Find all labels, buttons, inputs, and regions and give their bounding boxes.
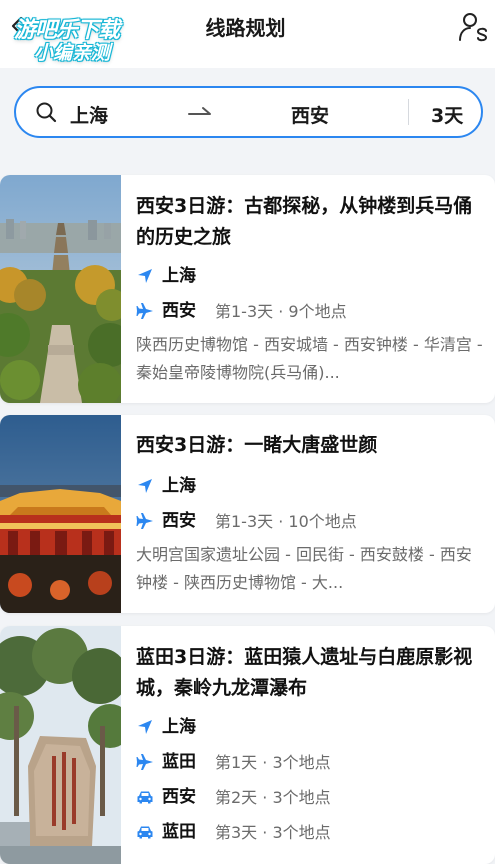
route-thumbnail [0,175,121,403]
route-card[interactable]: 西安3日游：一睹大唐盛世颜 上海 西安 第1-3天 · 10个地点 大明宫国家遗… [0,415,495,613]
route-title: 蓝田3日游：蓝田猿人遗址与白鹿原影视城，秦岭九龙潭瀑布 [136,646,473,699]
car-icon [137,791,153,804]
route-origin-row: 上海 [136,469,483,504]
search-icon [36,102,57,123]
stop-city: 蓝田 [162,752,196,772]
plane-icon [136,754,153,770]
stop-city: 西安 [162,301,196,321]
route-places: 大明宫国家遗址公园 - 回民街 - 西安鼓楼 - 西安钟楼 - 陕西历史博物馆 … [136,545,472,592]
xian-pagoda-photo [0,175,121,403]
origin-city-label: 上海 [162,476,196,496]
route-origin-row: 上海 [136,710,483,745]
route-stop-row: 西安 第1-3天 · 9个地点 [136,294,483,329]
route-card-body: 蓝田3日游：蓝田猿人遗址与白鹿原影视城，秦岭九龙潭瀑布 上海 蓝田 第1天 · … [136,626,483,850]
route-origin-row: 上海 [136,259,483,294]
plane-icon [136,513,153,529]
top-bar: 游吧乐下载 小编亲测 线路规划 [0,0,495,68]
lantian-stone-photo [0,626,121,864]
location-arrow-icon [138,269,152,283]
route-stop-row: 西安 第2天 · 3个地点 [136,780,483,815]
watermark-line-2: 小编亲测 [34,42,111,64]
stop-meta: 第3天 · 3个地点 [215,823,331,842]
route-places: 陕西历史博物馆 - 西安城墙 - 西安钟楼 - 华清宫 - 秦始皇帝陵博物院(兵… [136,335,483,382]
search-divider [408,99,409,125]
location-arrow-icon [138,720,152,734]
stop-city: 西安 [162,511,196,531]
route-stop-row: 蓝田 第1天 · 3个地点 [136,745,483,780]
stop-city: 蓝田 [162,822,196,842]
plane-icon [136,303,153,319]
route-stop-row: 蓝田 第3天 · 3个地点 [136,815,483,850]
trip-days[interactable]: 3天 [431,101,463,128]
origin-city[interactable]: 上海 [70,101,108,128]
car-icon [137,826,153,839]
stop-meta: 第1天 · 3个地点 [215,753,331,772]
stop-meta: 第1-3天 · 10个地点 [215,512,357,531]
stop-meta: 第2天 · 3个地点 [215,788,331,807]
daming-palace-photo [0,415,121,613]
route-title: 西安3日游：古都探秘，从钟楼到兵马俑的历史之旅 [136,195,473,248]
page-title: 线路规划 [0,12,495,41]
page-title-text: 线路规划 [205,16,286,40]
route-card[interactable]: 蓝田3日游：蓝田猿人遗址与白鹿原影视城，秦岭九龙潭瀑布 上海 蓝田 第1天 · … [0,626,495,864]
profile-switch-icon[interactable] [456,9,492,45]
location-arrow-icon [138,479,152,493]
origin-city-label: 上海 [162,266,196,286]
stop-city: 西安 [162,787,196,807]
stop-meta: 第1-3天 · 9个地点 [215,302,347,321]
route-card-body: 西安3日游：一睹大唐盛世颜 上海 西安 第1-3天 · 10个地点 大明宫国家遗… [136,415,483,597]
route-title: 西安3日游：一睹大唐盛世颜 [136,434,378,456]
route-thumbnail [0,415,121,613]
route-card-body: 西安3日游：古都探秘，从钟楼到兵马俑的历史之旅 上海 西安 第1-3天 · 9个… [136,175,483,387]
arrow-right-icon[interactable] [188,104,212,120]
destination-city[interactable]: 西安 [291,101,329,128]
route-card[interactable]: 西安3日游：古都探秘，从钟楼到兵马俑的历史之旅 上海 西安 第1-3天 · 9个… [0,175,495,403]
route-thumbnail [0,626,121,864]
origin-city-label: 上海 [162,717,196,737]
route-search-bar[interactable]: 上海 西安 3天 [14,86,483,138]
route-stop-row: 西安 第1-3天 · 10个地点 [136,504,483,539]
